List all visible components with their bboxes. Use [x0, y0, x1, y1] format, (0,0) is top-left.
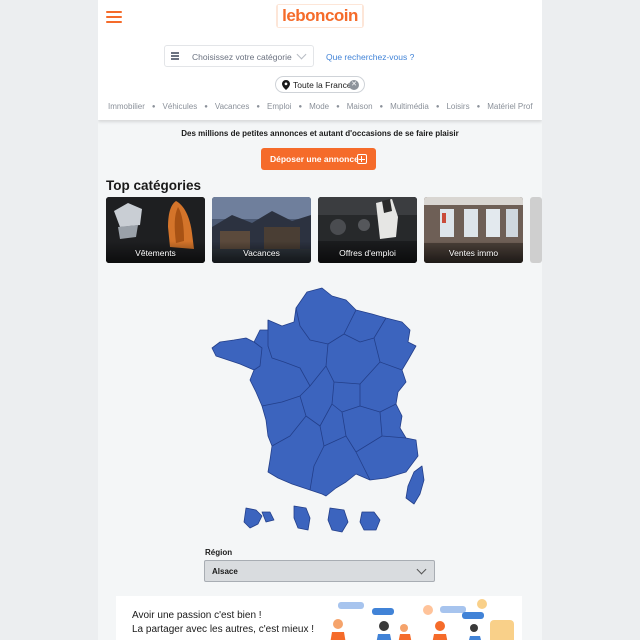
nav-item-loisirs[interactable]: Loisirs: [446, 102, 469, 111]
category-tile-label: Offres d'emploi: [339, 248, 396, 258]
category-tile-ventes-immo[interactable]: Ventes immo: [424, 197, 523, 263]
promo-banner: Avoir une passion c'est bien ! La partag…: [116, 596, 522, 640]
promo-line-2: La partager avec les autres, c'est mieux…: [132, 624, 314, 635]
map-la-reunion[interactable]: [359, 511, 381, 531]
people-chatting-illustration: [330, 599, 514, 640]
map-corsica[interactable]: [405, 465, 425, 505]
hamburger-menu-icon[interactable]: [106, 10, 124, 24]
nav-item-materiel-prof[interactable]: Matériel Prof: [487, 102, 532, 111]
nav-item-maison[interactable]: Maison: [347, 102, 373, 111]
nav-item-immobilier[interactable]: Immobilier: [108, 102, 145, 111]
category-select[interactable]: Choisissez votre catégorie: [164, 45, 314, 67]
nav-item-vehicules[interactable]: Véhicules: [163, 102, 198, 111]
location-label: Toute la France: [293, 80, 352, 90]
chevron-down-icon: [416, 564, 427, 575]
location-chip[interactable]: Toute la France ✕: [275, 76, 365, 93]
clear-location-close-icon[interactable]: ✕: [349, 80, 359, 90]
location-pin-icon: [282, 80, 290, 90]
map-guadeloupe[interactable]: [243, 507, 275, 529]
region-label: Région: [205, 548, 233, 557]
category-tile-vacances[interactable]: Vacances: [212, 197, 311, 263]
nav-item-multimedia[interactable]: Multimédia: [390, 102, 429, 111]
top-categories-carousel: Vêtements Vacances Offres d'emploi Vente…: [106, 197, 542, 265]
category-nav: Immobilier ● Véhicules ● Vacances ● Emploi ● Mod…: [108, 102, 533, 111]
chevron-down-icon: [296, 49, 307, 60]
map-guyane[interactable]: [327, 507, 349, 533]
category-tile-next-partial[interactable]: [530, 197, 542, 263]
category-tile-vetements[interactable]: Vêtements: [106, 197, 205, 263]
category-tile-label: Ventes immo: [448, 248, 499, 258]
region-select[interactable]: Alsace: [204, 560, 435, 582]
top-categories-title: Top catégories: [106, 178, 202, 193]
deposit-ad-label: Déposer une annonce: [270, 154, 359, 164]
tagline: Des millions de petites annonces et auta…: [181, 129, 459, 138]
map-martinique[interactable]: [293, 505, 311, 531]
category-placeholder: Choisissez votre catégorie: [192, 52, 292, 62]
france-regions-map[interactable]: [210, 286, 450, 536]
nav-item-mode[interactable]: Mode: [309, 102, 329, 111]
leboncoin-logo[interactable]: leboncoin: [278, 5, 362, 27]
nav-item-emploi[interactable]: Emploi: [267, 102, 291, 111]
list-icon: [171, 52, 179, 60]
category-tile-label: Vêtements: [135, 248, 176, 258]
header: leboncoin Choisissez votre catégorie Tou…: [98, 0, 542, 120]
page: leboncoin Choisissez votre catégorie Tou…: [98, 0, 542, 640]
plus-square-icon: [357, 154, 367, 164]
promo-line-1: Avoir une passion c'est bien !: [132, 610, 262, 621]
region-selected-value: Alsace: [212, 567, 238, 576]
nav-item-vacances[interactable]: Vacances: [215, 102, 250, 111]
deposit-ad-button[interactable]: Déposer une annonce: [261, 148, 376, 170]
search-input[interactable]: [326, 48, 476, 66]
category-tile-label: Vacances: [243, 248, 280, 258]
category-tile-offres-emploi[interactable]: Offres d'emploi: [318, 197, 417, 263]
